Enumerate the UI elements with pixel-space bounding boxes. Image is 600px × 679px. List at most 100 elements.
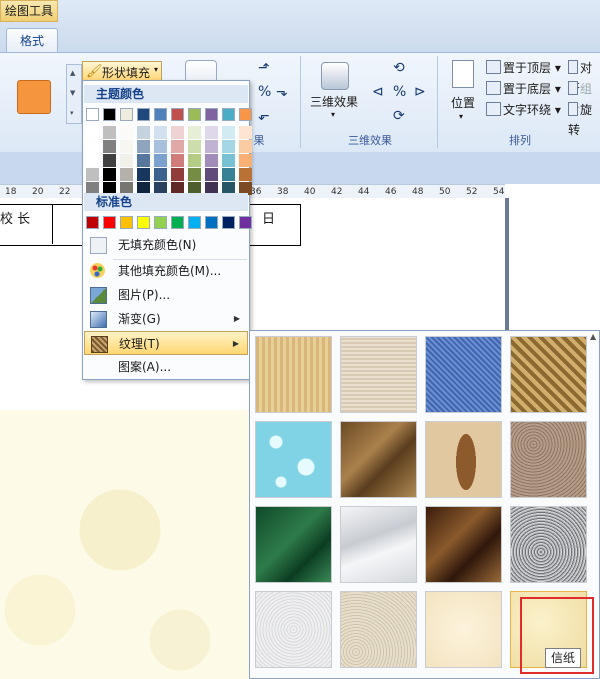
tilt-right-icon[interactable]: ⊳	[414, 84, 426, 100]
drawing-tools-contextual-tab[interactable]: 绘图工具	[0, 0, 58, 22]
theme-shade-swatch[interactable]	[239, 154, 252, 167]
theme-shade-swatch[interactable]	[205, 140, 218, 153]
theme-shade-swatch[interactable]	[239, 168, 252, 181]
theme-shade-swatch[interactable]	[154, 168, 167, 181]
standard-color-swatch[interactable]	[205, 216, 218, 229]
theme-shade-swatch[interactable]	[86, 140, 99, 153]
gallery-scroll-up-icon[interactable]: ▲	[590, 332, 600, 344]
theme-color-swatch[interactable]	[239, 108, 252, 121]
texture-newsprint[interactable]	[255, 591, 332, 668]
theme-shade-swatch[interactable]	[205, 126, 218, 139]
theme-shade-swatch[interactable]	[86, 168, 99, 181]
theme-shade-swatch[interactable]	[120, 168, 133, 181]
theme-shade-swatch[interactable]	[205, 168, 218, 181]
theme-shade-swatch[interactable]	[171, 154, 184, 167]
theme-shade-swatch[interactable]	[137, 154, 150, 167]
theme-shade-swatch[interactable]	[103, 168, 116, 181]
standard-color-swatch[interactable]	[188, 216, 201, 229]
shadow-toggle-icon[interactable]: %	[258, 84, 271, 100]
position-button[interactable]: 位置 ▾	[448, 60, 478, 124]
theme-shade-swatch[interactable]	[239, 140, 252, 153]
shape-fill-button[interactable]: 🖌 形状填充 ▾	[82, 61, 162, 81]
theme-shade-swatch[interactable]	[154, 154, 167, 167]
theme-shade-swatch[interactable]	[120, 140, 133, 153]
texture-water-droplets[interactable]	[255, 421, 332, 498]
theme-color-swatch[interactable]	[86, 108, 99, 121]
theme-shade-swatch[interactable]	[188, 154, 201, 167]
texture-recycled-paper[interactable]	[340, 591, 417, 668]
nudge-shadow-up-icon[interactable]: ⬏	[258, 60, 270, 76]
three-d-toggle-icon[interactable]: %	[393, 84, 406, 100]
theme-shade-swatch[interactable]	[137, 168, 150, 181]
theme-color-swatch[interactable]	[222, 108, 235, 121]
send-to-back-button[interactable]: 置于底层 ▾	[486, 79, 561, 99]
theme-color-swatch[interactable]	[154, 108, 167, 121]
standard-color-swatch[interactable]	[103, 216, 116, 229]
theme-shade-swatch[interactable]	[154, 140, 167, 153]
theme-shade-swatch[interactable]	[188, 168, 201, 181]
bring-to-front-button[interactable]: 置于顶层 ▾	[486, 58, 561, 78]
theme-shade-swatch[interactable]	[86, 126, 99, 139]
tilt-down-icon[interactable]: ⟳	[393, 108, 405, 124]
theme-color-swatch[interactable]	[137, 108, 150, 121]
texture-canvas[interactable]	[340, 336, 417, 413]
no-fill-menu-item[interactable]: 无填充颜色(N)	[84, 233, 248, 257]
three-d-effects-button[interactable]: 三维效果 ▾	[308, 60, 360, 126]
theme-shade-swatch[interactable]	[103, 126, 116, 139]
standard-color-swatch[interactable]	[154, 216, 167, 229]
text-wrapping-button[interactable]: 文字环绕 ▾	[486, 100, 561, 120]
pattern-fill-menu-item[interactable]: 图案(A)...	[84, 355, 248, 379]
theme-shade-swatch[interactable]	[171, 126, 184, 139]
theme-shade-swatch[interactable]	[120, 126, 133, 139]
standard-color-swatch[interactable]	[222, 216, 235, 229]
align-button[interactable]: 对齐	[568, 58, 600, 95]
theme-shade-swatch[interactable]	[222, 154, 235, 167]
theme-color-swatch[interactable]	[188, 108, 201, 121]
texture-paper-bag[interactable]	[340, 421, 417, 498]
group-button[interactable]: 组合	[568, 79, 600, 116]
theme-shade-swatch[interactable]	[171, 140, 184, 153]
rotate-button[interactable]: 旋转	[568, 100, 600, 137]
more-fill-colors-menu-item[interactable]: 其他填充颜色(M)...	[84, 259, 248, 283]
texture-woven-mat[interactable]	[510, 336, 587, 413]
gradient-fill-menu-item[interactable]: 渐变(G) ▶	[84, 307, 248, 331]
texture-fill-menu-item[interactable]: 纹理(T) ▶	[84, 331, 248, 355]
texture-green-marble[interactable]	[255, 506, 332, 583]
theme-shade-swatch[interactable]	[171, 168, 184, 181]
tilt-left-icon[interactable]: ⊲	[372, 84, 384, 100]
standard-color-swatch[interactable]	[86, 216, 99, 229]
theme-shade-swatch[interactable]	[137, 126, 150, 139]
theme-shade-swatch[interactable]	[188, 140, 201, 153]
theme-shade-swatch[interactable]	[154, 126, 167, 139]
theme-color-swatch[interactable]	[103, 108, 116, 121]
theme-color-swatch[interactable]	[205, 108, 218, 121]
theme-shade-swatch[interactable]	[137, 140, 150, 153]
nudge-shadow-right-icon[interactable]: ⬎	[276, 84, 288, 100]
theme-color-swatch[interactable]	[120, 108, 133, 121]
texture-papyrus[interactable]	[255, 336, 332, 413]
texture-white-marble[interactable]	[340, 506, 417, 583]
shape-style-preview[interactable]	[17, 80, 51, 114]
theme-color-swatch[interactable]	[171, 108, 184, 121]
texture-fish-fossil[interactable]	[425, 421, 502, 498]
picture-fill-menu-item[interactable]: 图片(P)...	[84, 283, 248, 307]
tilt-up-icon[interactable]: ⟲	[393, 60, 405, 76]
texture-granite[interactable]	[510, 506, 587, 583]
theme-shade-swatch[interactable]	[86, 154, 99, 167]
texture-denim[interactable]	[425, 336, 502, 413]
texture-parchment[interactable]	[425, 591, 502, 668]
standard-color-swatch[interactable]	[239, 216, 252, 229]
theme-shade-swatch[interactable]	[103, 140, 116, 153]
standard-color-swatch[interactable]	[120, 216, 133, 229]
nudge-shadow-down-icon[interactable]: ⬐	[258, 108, 270, 124]
tab-format[interactable]: 格式	[6, 28, 58, 54]
style-gallery-scroll[interactable]: ▲ ▼ ▾	[66, 64, 82, 124]
theme-shade-swatch[interactable]	[222, 168, 235, 181]
texture-brown-marble[interactable]	[425, 506, 502, 583]
theme-shade-swatch[interactable]	[120, 154, 133, 167]
theme-shade-swatch[interactable]	[103, 154, 116, 167]
texture-sand[interactable]	[510, 421, 587, 498]
standard-color-swatch[interactable]	[137, 216, 150, 229]
theme-shade-swatch[interactable]	[205, 154, 218, 167]
theme-shade-swatch[interactable]	[222, 140, 235, 153]
